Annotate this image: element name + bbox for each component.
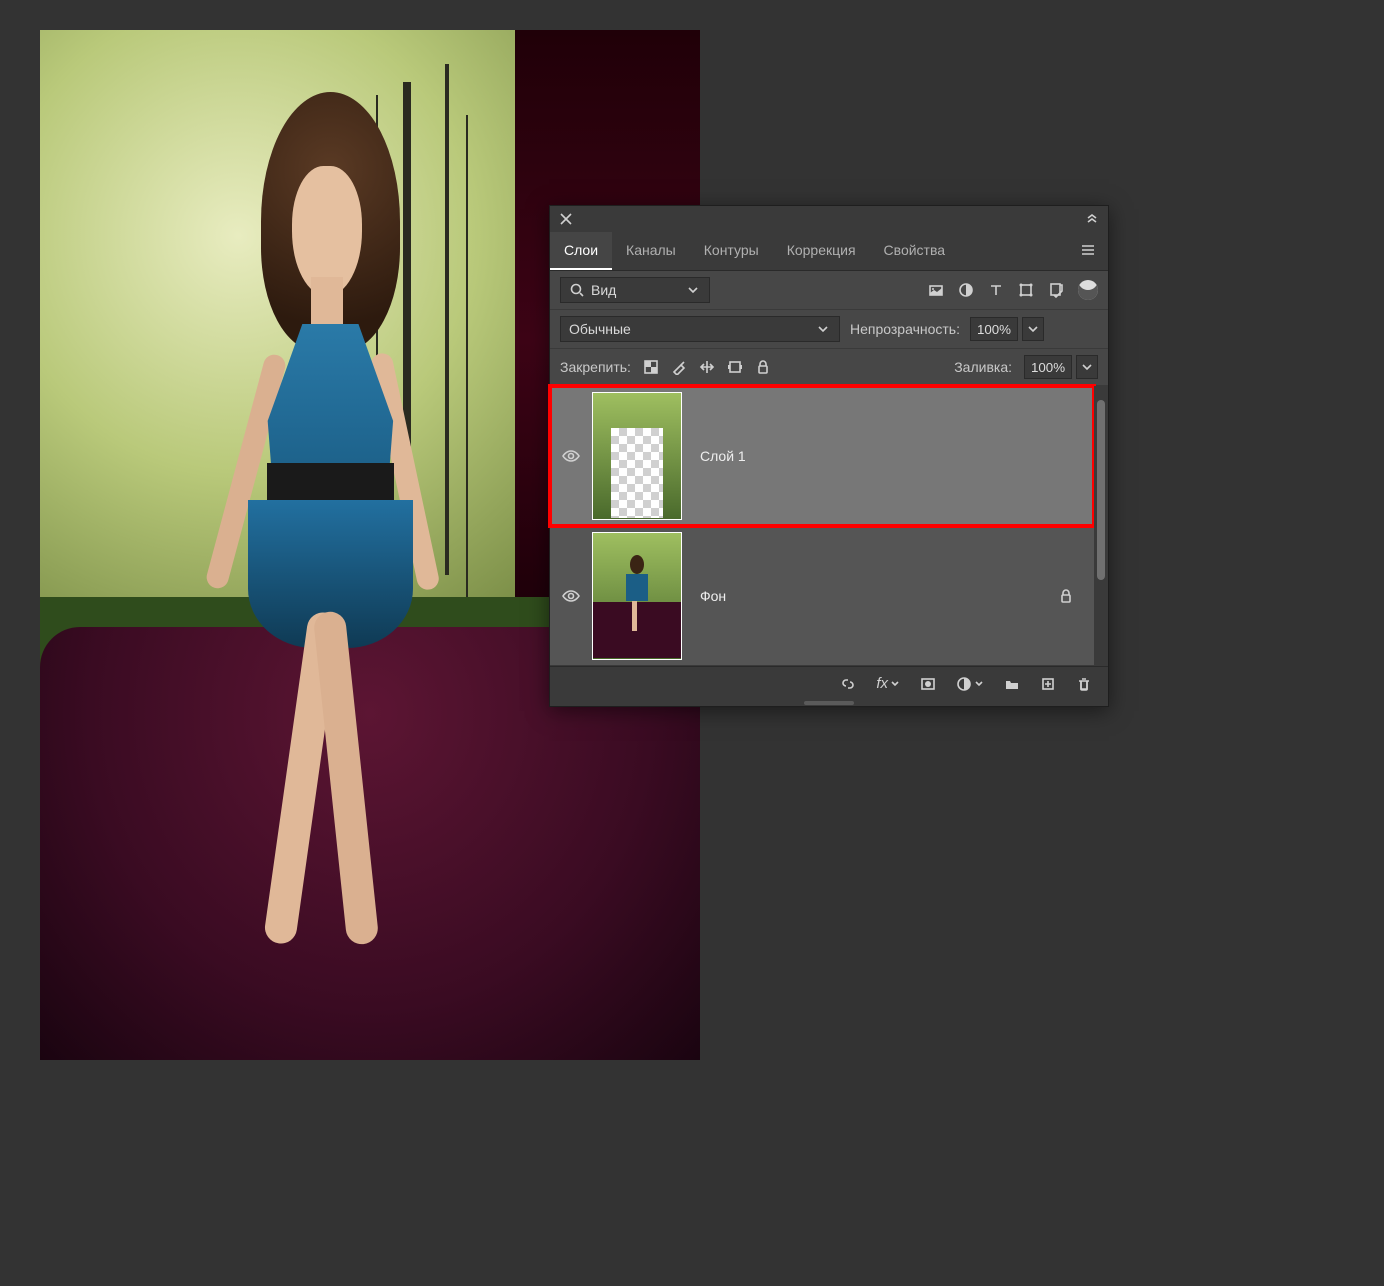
chevron-down-icon xyxy=(815,321,831,337)
lock-transparent-icon[interactable] xyxy=(643,359,659,375)
layer-filter-dropdown[interactable]: Вид xyxy=(560,277,710,303)
tab-label: Свойства xyxy=(884,242,945,258)
adjustment-layer-icon[interactable] xyxy=(956,676,984,692)
lock-position-icon[interactable] xyxy=(699,359,715,375)
link-layers-icon[interactable] xyxy=(840,676,856,692)
tab-paths[interactable]: Контуры xyxy=(690,232,773,270)
panel-footer: fx xyxy=(550,666,1108,700)
chevron-down-icon xyxy=(685,282,701,298)
lock-indicator-icon[interactable] xyxy=(1058,588,1074,604)
filter-toggle[interactable] xyxy=(1078,280,1098,300)
tab-label: Контуры xyxy=(704,242,759,258)
layer-name[interactable]: Слой 1 xyxy=(700,448,746,464)
filter-row: Вид xyxy=(550,271,1108,310)
filter-pixel-icon[interactable] xyxy=(928,282,944,298)
tab-label: Слои xyxy=(564,242,598,258)
lock-row: Закрепить: Заливка: xyxy=(550,349,1108,386)
fill-input[interactable] xyxy=(1024,355,1072,379)
opacity-input[interactable] xyxy=(970,317,1018,341)
layer-name[interactable]: Фон xyxy=(700,588,726,604)
opacity-flyout-button[interactable] xyxy=(1022,317,1044,341)
lock-label: Закрепить: xyxy=(560,359,631,375)
layer-style-icon[interactable]: fx xyxy=(876,675,900,692)
search-icon xyxy=(569,282,585,298)
blend-row: Обычные Непрозрачность: xyxy=(550,310,1108,349)
tab-label: Каналы xyxy=(626,242,676,258)
layer-row[interactable]: Фон xyxy=(550,526,1094,666)
layers-panel: Слои Каналы Контуры Коррекция Свойства В… xyxy=(549,205,1109,707)
tab-channels[interactable]: Каналы xyxy=(612,232,690,270)
layer-row[interactable]: Слой 1 xyxy=(550,386,1094,526)
scrollbar[interactable] xyxy=(1094,386,1108,666)
collapse-icon[interactable] xyxy=(1084,211,1100,227)
blend-mode-dropdown[interactable]: Обычные xyxy=(560,316,840,342)
panel-tabs: Слои Каналы Контуры Коррекция Свойства xyxy=(550,232,1108,271)
layers-list: Слой 1 Фон xyxy=(550,386,1094,666)
filter-shape-icon[interactable] xyxy=(1018,282,1034,298)
close-icon[interactable] xyxy=(558,211,574,227)
layers-area: Слой 1 Фон xyxy=(550,386,1108,666)
blend-mode-value: Обычные xyxy=(569,321,631,337)
layer-thumbnail[interactable] xyxy=(592,392,682,520)
filter-adjust-icon[interactable] xyxy=(958,282,974,298)
tab-layers[interactable]: Слои xyxy=(550,232,612,270)
layer-thumbnail[interactable] xyxy=(592,532,682,660)
filter-type-icon[interactable] xyxy=(988,282,1004,298)
filter-label: Вид xyxy=(591,282,616,298)
tab-adjustments[interactable]: Коррекция xyxy=(773,232,870,270)
fill-flyout-button[interactable] xyxy=(1076,355,1098,379)
fill-label: Заливка: xyxy=(954,359,1012,375)
tab-label: Коррекция xyxy=(787,242,856,258)
lock-all-icon[interactable] xyxy=(755,359,771,375)
visibility-eye-icon[interactable] xyxy=(561,586,581,606)
visibility-eye-icon[interactable] xyxy=(561,446,581,466)
layer-mask-icon[interactable] xyxy=(920,676,936,692)
resize-grip[interactable] xyxy=(550,700,1108,706)
panel-header[interactable] xyxy=(550,206,1108,232)
opacity-label: Непрозрачность: xyxy=(850,321,960,337)
panel-menu-icon[interactable] xyxy=(1068,232,1108,270)
tab-properties[interactable]: Свойства xyxy=(870,232,959,270)
lock-artboard-icon[interactable] xyxy=(727,359,743,375)
delete-layer-icon[interactable] xyxy=(1076,676,1092,692)
group-icon[interactable] xyxy=(1004,676,1020,692)
lock-pixels-icon[interactable] xyxy=(671,359,687,375)
new-layer-icon[interactable] xyxy=(1040,676,1056,692)
filter-smart-icon[interactable] xyxy=(1048,282,1064,298)
